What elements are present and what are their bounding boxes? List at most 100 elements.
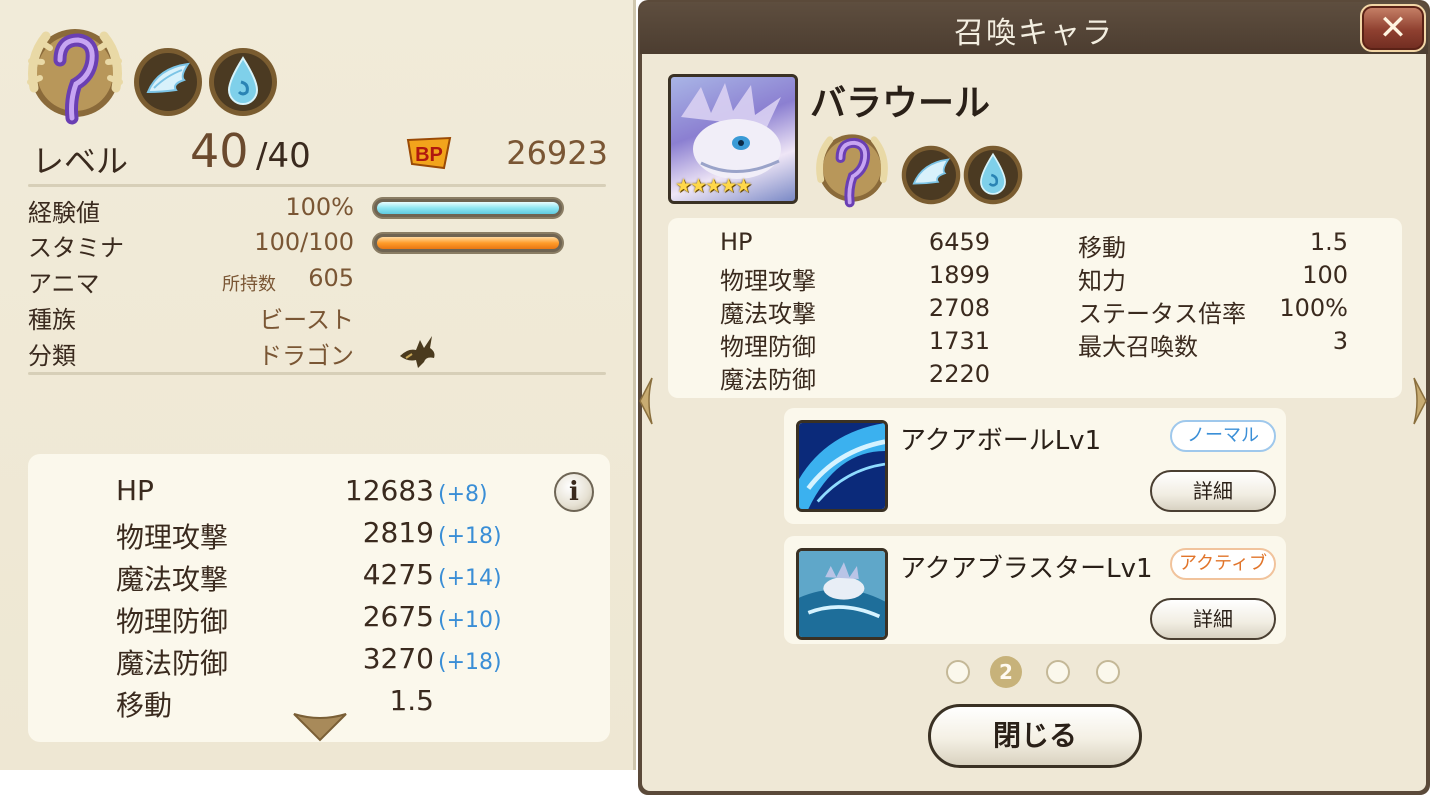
character-status-panel: レベル 40 /40 BP 26923 経験値 100% スタミナ 100/10…	[0, 0, 636, 770]
summon-character-dialog: 召喚キャラ ✕ ★★★★★ バラウール HP 6459 物理攻撃 1899 魔法…	[638, 0, 1430, 795]
exp-label: 経験値	[28, 199, 100, 227]
stat-value: 3	[1332, 327, 1348, 355]
rarity-medal-icon	[816, 134, 888, 208]
divider	[28, 184, 606, 187]
stats-card[interactable]: HP 12683 (+8) 物理攻撃 2819 (+18) 魔法攻撃 4275 …	[28, 454, 610, 742]
stat-label: 移動	[116, 689, 173, 722]
dragon-class-icon	[400, 336, 435, 368]
stat-row: HP 12683 (+8)	[28, 474, 610, 514]
stamina-label: スタミナ	[28, 234, 124, 262]
page-dot[interactable]	[1046, 660, 1070, 684]
stat-value: 1.5	[1309, 228, 1348, 256]
race-label: 種族	[28, 306, 76, 334]
bp-badge-icon: BP	[406, 136, 452, 170]
stat-label: 魔法攻撃	[116, 563, 229, 596]
stat-label: 魔法攻撃	[720, 300, 816, 328]
rarity-medal-icon	[27, 29, 123, 125]
close-icon: ✕	[1378, 8, 1408, 48]
stat-value: 12683	[344, 474, 434, 507]
summon-stat-row: 魔法攻撃 2708	[720, 294, 990, 328]
aqua-ball-skill-icon	[796, 420, 888, 512]
stat-label: 物理攻撃	[116, 521, 229, 554]
prev-page-arrow-icon[interactable]	[638, 376, 654, 426]
stat-label: 知力	[1078, 267, 1126, 295]
summon-stat-row: 知力 100	[1078, 261, 1348, 295]
summon-stat-row: HP 6459	[720, 228, 990, 261]
skill-name: アクアボールLv1	[900, 426, 1102, 456]
wing-medal-icon	[901, 145, 961, 205]
summon-stat-row: 最大召喚数 3	[1078, 327, 1348, 361]
stat-value: 2675	[362, 600, 434, 633]
stamina-bar	[372, 232, 564, 254]
page-dot[interactable]	[946, 660, 970, 684]
character-name: バラウール	[810, 83, 991, 124]
svg-text:BP: BP	[415, 144, 443, 166]
stat-row: 魔法攻撃 4275 (+14)	[28, 558, 610, 598]
close-x-button[interactable]: ✕	[1360, 4, 1426, 52]
scroll-down-icon[interactable]	[292, 710, 348, 742]
stat-value: 6459	[928, 228, 990, 256]
level-max: /40	[256, 136, 311, 176]
dialog-body: ★★★★★ バラウール HP 6459 物理攻撃 1899 魔法攻撃 2708 …	[642, 54, 1426, 791]
skill-type-tag: アクティブ	[1170, 548, 1276, 580]
info-button[interactable]: i	[554, 472, 594, 512]
page-dot[interactable]	[1096, 660, 1120, 684]
summon-stat-row: 物理攻撃 1899	[720, 261, 990, 295]
summon-stat-row: 移動 1.5	[1078, 228, 1348, 262]
water-drop-medal-icon	[963, 145, 1023, 205]
class-label: 分類	[28, 342, 76, 370]
character-portrait: ★★★★★	[668, 74, 798, 204]
stat-value: 2220	[928, 360, 990, 388]
class-value: ドラゴン	[258, 342, 354, 370]
stat-value: 1899	[928, 261, 990, 289]
stat-bonus: (+18)	[438, 524, 502, 549]
level-label: レベル	[32, 142, 129, 180]
next-page-arrow-icon[interactable]	[1412, 376, 1428, 426]
summon-stat-row: 魔法防御 2220	[720, 360, 990, 394]
stat-value: 1.5	[389, 684, 434, 717]
anima-value: 605	[308, 264, 354, 292]
skill-type-tag: ノーマル	[1170, 420, 1276, 452]
battle-power-value: 26923	[506, 134, 608, 172]
stat-label: 移動	[1078, 234, 1126, 262]
rarity-stars: ★★★★★	[675, 175, 752, 197]
exp-bar	[372, 197, 564, 219]
anima-label: アニマ	[28, 270, 100, 298]
stat-bonus: (+10)	[438, 608, 502, 633]
stamina-bar-fill	[377, 237, 559, 249]
stat-label: 物理防御	[116, 605, 229, 638]
stamina-value: 100/100	[254, 228, 354, 256]
stat-row: 魔法防御 3270 (+18)	[28, 642, 610, 682]
stat-row: 物理攻撃 2819 (+18)	[28, 516, 610, 556]
summon-stats-card: HP 6459 物理攻撃 1899 魔法攻撃 2708 物理防御 1731 魔法…	[668, 218, 1402, 398]
stat-bonus: (+8)	[438, 482, 488, 507]
class-row: 分類 ドラゴン	[28, 336, 388, 370]
stat-label: HP	[720, 228, 753, 256]
dialog-header: 召喚キャラ ✕	[640, 2, 1428, 54]
wing-medal-icon	[134, 48, 202, 116]
skill-name: アクアブラスターLv1	[900, 554, 1153, 584]
exp-bar-fill	[377, 202, 559, 214]
skill-detail-button[interactable]: 詳細	[1150, 470, 1276, 512]
close-button[interactable]: 閉じる	[928, 704, 1142, 768]
aqua-blaster-skill-icon	[796, 548, 888, 640]
stat-label: 物理攻撃	[720, 267, 816, 295]
anima-row: アニマ 所持数 605	[28, 264, 388, 298]
summon-stat-row: ステータス倍率 100%	[1078, 294, 1348, 328]
skill-detail-button[interactable]: 詳細	[1150, 598, 1276, 640]
stat-label: HP	[116, 474, 154, 507]
stat-label: 最大召喚数	[1078, 333, 1198, 361]
stat-bonus: (+14)	[438, 566, 502, 591]
anima-sub-label: 所持数	[222, 274, 276, 295]
stat-label: 物理防御	[720, 333, 816, 361]
stat-value: 2708	[928, 294, 990, 322]
divider	[28, 372, 606, 375]
stat-label: 魔法防御	[720, 366, 816, 394]
page-dot-current[interactable]: 2	[990, 656, 1022, 688]
water-drop-medal-icon	[209, 48, 277, 116]
skill-card: アクアブラスターLv1 アクティブ 詳細	[784, 536, 1286, 644]
stat-value: 100%	[1279, 294, 1348, 322]
race-value: ビースト	[259, 306, 354, 334]
stat-value: 2819	[362, 516, 434, 549]
exp-row: 経験値 100%	[28, 193, 388, 227]
